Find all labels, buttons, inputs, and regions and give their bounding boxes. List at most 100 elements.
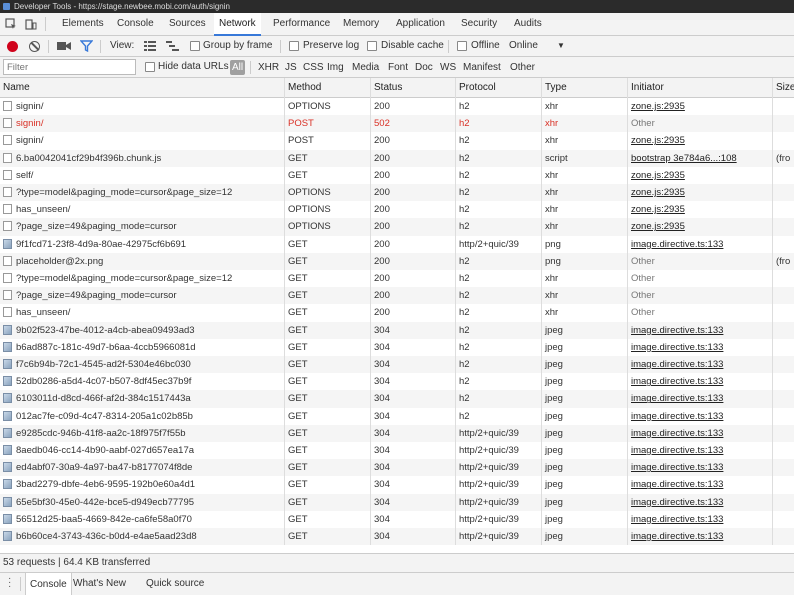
request-name[interactable]: 65e5bf30-45e0-442e-bce5-d949ecb77795 xyxy=(16,497,194,508)
table-row[interactable]: 9b02f523-47be-4012-a4cb-abea09493ad3 GET 3… xyxy=(0,321,794,339)
drawer-menu-icon[interactable]: · · · xyxy=(8,574,12,592)
table-row[interactable]: e9285cdc-946b-41f8-aa2c-18f975f7f55b GET 3… xyxy=(0,424,794,442)
tab-application[interactable]: Application xyxy=(396,13,445,36)
table-row[interactable]: signin/POST 502 h2 xhr Other xyxy=(0,115,794,133)
initiator-link[interactable]: image.directive.ts:133 xyxy=(631,359,723,370)
request-name[interactable]: e9285cdc-946b-41f8-aa2c-18f975f7f55b xyxy=(16,428,186,439)
initiator-link[interactable]: zone.js:2935 xyxy=(631,221,685,232)
request-name[interactable]: 8aedb046-cc14-4b90-aabf-027d657ea17a xyxy=(16,445,194,456)
tab-console[interactable]: Console xyxy=(117,13,154,36)
request-name[interactable]: ?type=model&paging_mode=cursor&page_size… xyxy=(16,273,232,284)
filter-type-img[interactable]: Img xyxy=(325,60,346,75)
request-name[interactable]: 9b02f523-47be-4012-a4cb-abea09493ad3 xyxy=(16,325,195,336)
filter-type-doc[interactable]: Doc xyxy=(413,60,435,75)
initiator-link[interactable]: zone.js:2935 xyxy=(631,170,685,181)
table-row[interactable]: b6ad887c-181c-49d7-b6aa-4ccb5966081d GET 3… xyxy=(0,338,794,356)
request-name[interactable]: 52db0286-a5d4-4c07-b507-8df45ec37b9f xyxy=(16,376,191,387)
table-row[interactable]: signin/POST 200 h2 xhr zone.js:2935 xyxy=(0,132,794,150)
request-name[interactable]: has_unseen/ xyxy=(16,307,70,318)
column-header-size[interactable]: Size xyxy=(773,78,794,98)
table-row[interactable]: 3bad2279-dbfe-4eb6-9595-192b0e60a4d1 GET 3… xyxy=(0,476,794,494)
filter-type-js[interactable]: JS xyxy=(283,60,299,75)
table-row[interactable]: b6b60ce4-3743-436c-b0d4-e4ae5aad23d8 GET 3… xyxy=(0,528,794,546)
request-name[interactable]: signin/ xyxy=(16,101,43,112)
table-row[interactable]: signin/OPTIONS 200 h2 xhr zone.js:2935 xyxy=(0,98,794,116)
filter-input[interactable] xyxy=(3,59,136,75)
filter-type-manifest[interactable]: Manifest xyxy=(461,60,503,75)
capture-screenshots-icon[interactable] xyxy=(57,41,71,54)
request-name[interactable]: self/ xyxy=(16,170,33,181)
disable-cache-checkbox[interactable] xyxy=(367,41,377,51)
group-by-frame-checkbox[interactable] xyxy=(190,41,200,51)
tab-network[interactable]: Network xyxy=(214,13,261,36)
request-name[interactable]: signin/ xyxy=(16,118,43,129)
column-header-initiator[interactable]: Initiator xyxy=(628,78,773,98)
filter-type-font[interactable]: Font xyxy=(386,60,410,75)
column-header-name[interactable]: Name xyxy=(0,78,285,98)
initiator-link[interactable]: image.directive.ts:133 xyxy=(631,445,723,456)
request-name[interactable]: ?page_size=49&paging_mode=cursor xyxy=(16,290,177,301)
initiator-link[interactable]: image.directive.ts:133 xyxy=(631,479,723,490)
initiator-link[interactable]: image.directive.ts:133 xyxy=(631,462,723,473)
table-row[interactable]: 012ac7fe-c09d-4c47-8314-205a1c02b85b GET 3… xyxy=(0,407,794,425)
initiator-link[interactable]: zone.js:2935 xyxy=(631,101,685,112)
initiator-link[interactable]: image.directive.ts:133 xyxy=(631,325,723,336)
filter-type-css[interactable]: CSS xyxy=(301,60,326,75)
initiator-link[interactable]: image.directive.ts:133 xyxy=(631,239,723,250)
initiator-link[interactable]: bootstrap 3e784a6...:108 xyxy=(631,153,737,164)
initiator-link[interactable]: image.directive.ts:133 xyxy=(631,376,723,387)
request-name[interactable]: ?page_size=49&paging_mode=cursor xyxy=(16,221,177,232)
table-row[interactable]: placeholder@2x.png GET 200 h2 png Other (fro xyxy=(0,252,794,270)
table-row[interactable]: ?type=model&paging_mode=cursor&page_size… xyxy=(0,270,794,288)
table-row[interactable]: 52db0286-a5d4-4c07-b507-8df45ec37b9f GET 3… xyxy=(0,373,794,391)
tab-audits[interactable]: Audits xyxy=(514,13,542,36)
drawer-tab-console[interactable]: Console xyxy=(25,572,72,595)
request-name[interactable]: ?type=model&paging_mode=cursor&page_size… xyxy=(16,187,232,198)
initiator-link[interactable]: image.directive.ts:133 xyxy=(631,497,723,508)
inspect-element-icon[interactable] xyxy=(4,17,18,31)
request-name[interactable]: has_unseen/ xyxy=(16,204,70,215)
request-name[interactable]: b6b60ce4-3743-436c-b0d4-e4ae5aad23d8 xyxy=(16,531,197,542)
table-row[interactable]: ?type=model&paging_mode=cursor&page_size… xyxy=(0,184,794,202)
initiator-link[interactable]: image.directive.ts:133 xyxy=(631,342,723,353)
request-name[interactable]: 56512d25-baa5-4669-842e-ca6fe58a0f70 xyxy=(16,514,192,525)
initiator-link[interactable]: image.directive.ts:133 xyxy=(631,514,723,525)
request-name[interactable]: 6103011d-d8cd-466f-af2d-384c1517443a xyxy=(16,393,191,404)
request-name[interactable]: 012ac7fe-c09d-4c47-8314-205a1c02b85b xyxy=(16,411,193,422)
initiator-link[interactable]: image.directive.ts:133 xyxy=(631,411,723,422)
waterfall-overview-icon[interactable] xyxy=(166,40,179,55)
table-row[interactable]: 65e5bf30-45e0-442e-bce5-d949ecb77795 GET 3… xyxy=(0,493,794,511)
table-row[interactable]: f7c6b94b-72c1-4545-ad2f-5304e46bc030 GET 3… xyxy=(0,356,794,374)
tab-elements[interactable]: Elements xyxy=(62,13,104,36)
offline-checkbox[interactable] xyxy=(457,41,467,51)
filter-type-other[interactable]: Other xyxy=(508,60,537,75)
drawer-tab-quick-source[interactable]: Quick source xyxy=(146,572,204,595)
filter-type-ws[interactable]: WS xyxy=(438,60,458,75)
table-row[interactable]: ed4abf07-30a9-4a97-ba47-b8177074f8de GET 3… xyxy=(0,459,794,477)
table-row[interactable]: 6103011d-d8cd-466f-af2d-384c1517443a GET 3… xyxy=(0,390,794,408)
request-name[interactable]: f7c6b94b-72c1-4545-ad2f-5304e46bc030 xyxy=(16,359,191,370)
tab-memory[interactable]: Memory xyxy=(343,13,379,36)
column-header-method[interactable]: Method xyxy=(285,78,371,98)
chevron-down-icon[interactable]: ▼ xyxy=(557,41,565,50)
filter-icon[interactable] xyxy=(79,40,94,55)
request-name[interactable]: 9f1fcd71-23f8-4d9a-80ae-42975cf6b691 xyxy=(16,239,186,250)
tab-security[interactable]: Security xyxy=(461,13,497,36)
table-row[interactable]: 9f1fcd71-23f8-4d9a-80ae-42975cf6b691 GET 2… xyxy=(0,235,794,253)
hide-data-urls-checkbox[interactable] xyxy=(145,62,155,72)
large-rows-icon[interactable] xyxy=(144,40,156,55)
request-name[interactable]: 3bad2279-dbfe-4eb6-9595-192b0e60a4d1 xyxy=(16,479,195,490)
request-name[interactable]: placeholder@2x.png xyxy=(16,256,103,267)
table-row[interactable]: 6.ba0042041cf29b4f396b.chunk.js GET 200 h2 s… xyxy=(0,149,794,167)
preserve-log-checkbox[interactable] xyxy=(289,41,299,51)
column-header-protocol[interactable]: Protocol xyxy=(456,78,542,98)
initiator-link[interactable]: image.directive.ts:133 xyxy=(631,428,723,439)
initiator-link[interactable]: zone.js:2935 xyxy=(631,204,685,215)
column-header-type[interactable]: Type xyxy=(542,78,628,98)
clear-icon[interactable] xyxy=(29,41,40,52)
request-name[interactable]: ed4abf07-30a9-4a97-ba47-b8177074f8de xyxy=(16,462,192,473)
table-row[interactable]: ?page_size=49&paging_mode=cursor OPTIONS 2… xyxy=(0,218,794,236)
filter-type-media[interactable]: Media xyxy=(350,60,381,75)
column-header-status[interactable]: Status xyxy=(371,78,456,98)
filter-type-all[interactable]: All xyxy=(230,60,246,75)
